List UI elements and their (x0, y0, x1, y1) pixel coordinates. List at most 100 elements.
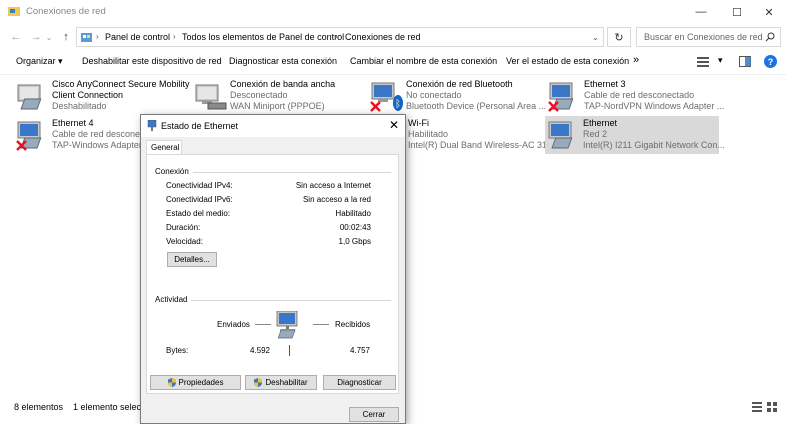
ethernet-status-dialog: Estado de Ethernet ✕ General Conexión Co… (140, 114, 406, 424)
ipv4-label: Conectividad IPv4: (166, 181, 233, 190)
diagnose-connection-button[interactable]: Diagnosticar esta conexión (229, 56, 337, 66)
back-icon[interactable]: ← (8, 29, 24, 45)
disable-button[interactable]: Deshabilitar (245, 375, 317, 390)
close-window-button[interactable]: ✕ (752, 0, 786, 24)
ethernet-icon (147, 120, 157, 131)
svg-text:ᛒ: ᛒ (395, 99, 401, 110)
large-icons-view-icon[interactable] (767, 402, 777, 412)
media-state-value: Habilitado (335, 209, 371, 218)
connection-name: Ethernet 3 (584, 79, 626, 89)
connection-device: Intel(R) Dual Band Wireless-AC 31... (408, 140, 555, 150)
activity-group-label: Actividad (155, 295, 188, 304)
connection-status: Desconectado (230, 90, 288, 100)
dialog-close-icon[interactable]: ✕ (389, 118, 399, 132)
connection-name: Conexión de banda ancha (230, 79, 336, 89)
uac-shield-icon (167, 378, 176, 387)
up-icon[interactable]: ↑ (58, 29, 74, 45)
maximize-button[interactable]: ☐ (720, 0, 754, 24)
svg-text:?: ? (768, 57, 774, 67)
connection-status: Deshabilitado (52, 101, 107, 111)
forward-icon[interactable]: → (28, 29, 44, 45)
tab-general[interactable]: General (146, 140, 182, 154)
view-options-icon[interactable] (697, 57, 709, 67)
diagnose-button[interactable]: Diagnosticar (323, 375, 396, 390)
speed-value: 1,0 Gbps (338, 237, 371, 246)
close-dialog-button[interactable]: Cerrar (349, 407, 399, 422)
connection-name-cont: Client Connection (52, 90, 124, 100)
connection-item-ethernet4[interactable]: Ethernet 4 Cable de red desconectado TAP… (14, 116, 162, 154)
received-label: Recibidos (335, 320, 371, 329)
disable-label: Deshabilitar (265, 378, 308, 387)
connection-item-broadband[interactable]: Conexión de banda ancha Desconectado WAN… (192, 77, 367, 115)
connection-name: Ethernet 4 (52, 118, 94, 128)
activity-line (255, 324, 271, 325)
connection-name: Cisco AnyConnect Secure Mobility (52, 79, 190, 89)
more-commands-button[interactable]: » (633, 54, 639, 66)
general-panel: Conexión Conectividad IPv4: Sin acceso a… (146, 154, 399, 394)
rename-connection-button[interactable]: Cambiar el nombre de esta conexión (350, 56, 497, 66)
group-divider (193, 172, 391, 173)
duration-label: Duración: (166, 223, 201, 232)
command-bar: Organizar ▾ Deshabilitar este dispositiv… (0, 50, 786, 75)
title-bar: Conexiones de red — ☐ ✕ (0, 0, 786, 24)
connection-item-cisco[interactable]: Cisco AnyConnect Secure Mobility Client … (14, 77, 194, 115)
connection-device: TAP-NordVPN Windows Adapter ... (584, 101, 725, 111)
search-icon (765, 32, 775, 42)
organize-button[interactable]: Organizar ▾ (16, 56, 63, 67)
breadcrumb-network-connections[interactable]: Conexiones de red (345, 32, 421, 42)
details-button[interactable]: Detalles... (167, 252, 217, 267)
breadcrumb-all-items[interactable]: Todos los elementos de Panel de control (182, 32, 344, 42)
ipv6-label: Conectividad IPv6: (166, 195, 233, 204)
address-bar-row: ← → ⌄ ↑ › Panel de control › Todos los e… (0, 24, 786, 50)
connection-status: Red 2 (583, 129, 608, 139)
selected-count: 1 elemento selecc (73, 402, 146, 412)
network-adapter-icon (195, 84, 227, 110)
media-state-label: Estado del medio: (166, 209, 231, 218)
connection-device: WAN Miniport (PPPOE) (230, 101, 325, 111)
activity-line (313, 324, 329, 325)
dialog-title: Estado de Ethernet (161, 121, 239, 131)
network-adapter-icon (548, 121, 573, 149)
network-activity-icon (276, 311, 298, 339)
breadcrumb-separator: › (335, 32, 338, 41)
activity-divider (289, 345, 290, 356)
bytes-sent-value: 4.592 (249, 346, 270, 355)
address-dropdown-icon[interactable]: ⌄ (592, 33, 599, 42)
ipv6-value: Sin acceso a la red (302, 195, 371, 204)
connection-item-ethernet[interactable]: Ethernet Red 2 Intel(R) I211 Gigabit Net… (545, 116, 725, 154)
connection-status: Habilitado (408, 129, 449, 139)
duration-value: 00:02:43 (339, 223, 371, 232)
connection-device: Bluetooth Device (Personal Area ... (406, 101, 547, 111)
breadcrumb-separator: › (96, 32, 99, 41)
item-count: 8 elementos (14, 402, 64, 412)
preview-pane-icon[interactable] (739, 56, 751, 67)
error-x-icon (548, 101, 559, 112)
connection-device: Intel(R) I211 Gigabit Network Con... (583, 140, 725, 150)
speed-label: Velocidad: (166, 237, 203, 246)
view-dropdown-icon[interactable]: ▾ (718, 55, 723, 66)
properties-button[interactable]: Propiedades (150, 375, 241, 390)
dialog-title-bar: Estado de Ethernet ✕ (141, 115, 405, 137)
breadcrumb-control-panel[interactable]: Panel de control (105, 32, 170, 42)
search-input[interactable]: Buscar en Conexiones de red (636, 27, 781, 47)
address-bar[interactable]: › Panel de control › Todos los elementos… (76, 27, 604, 47)
connection-item-ethernet3[interactable]: Ethernet 3 Cable de red desconectado TAP… (546, 77, 725, 115)
uac-shield-icon (254, 378, 263, 387)
bytes-label: Bytes: (166, 346, 189, 355)
bytes-received-value: 4.757 (349, 346, 370, 355)
recent-chevron-icon[interactable]: ⌄ (44, 29, 54, 45)
connection-name: Ethernet (583, 118, 618, 128)
help-icon[interactable]: ? (764, 55, 777, 68)
minimize-button[interactable]: — (684, 0, 718, 24)
search-placeholder: Buscar en Conexiones de red (644, 32, 763, 42)
refresh-button[interactable]: ↻ (607, 27, 631, 47)
connection-name: Conexión de red Bluetooth (406, 79, 513, 89)
connection-item-bluetooth[interactable]: ᛒ Conexión de red Bluetooth No conectado… (368, 77, 547, 115)
error-x-icon (16, 140, 27, 151)
connection-status: Cable de red desconectado (584, 90, 695, 100)
disable-device-button[interactable]: Deshabilitar este dispositivo de red (82, 56, 222, 66)
view-status-button[interactable]: Ver el estado de esta conexión (506, 56, 629, 66)
details-view-icon[interactable] (752, 402, 762, 412)
connection-item-wifi[interactable]: Wi-Fi Habilitado Intel(R) Dual Band Wire… (406, 116, 555, 154)
breadcrumb-separator: › (173, 32, 176, 41)
